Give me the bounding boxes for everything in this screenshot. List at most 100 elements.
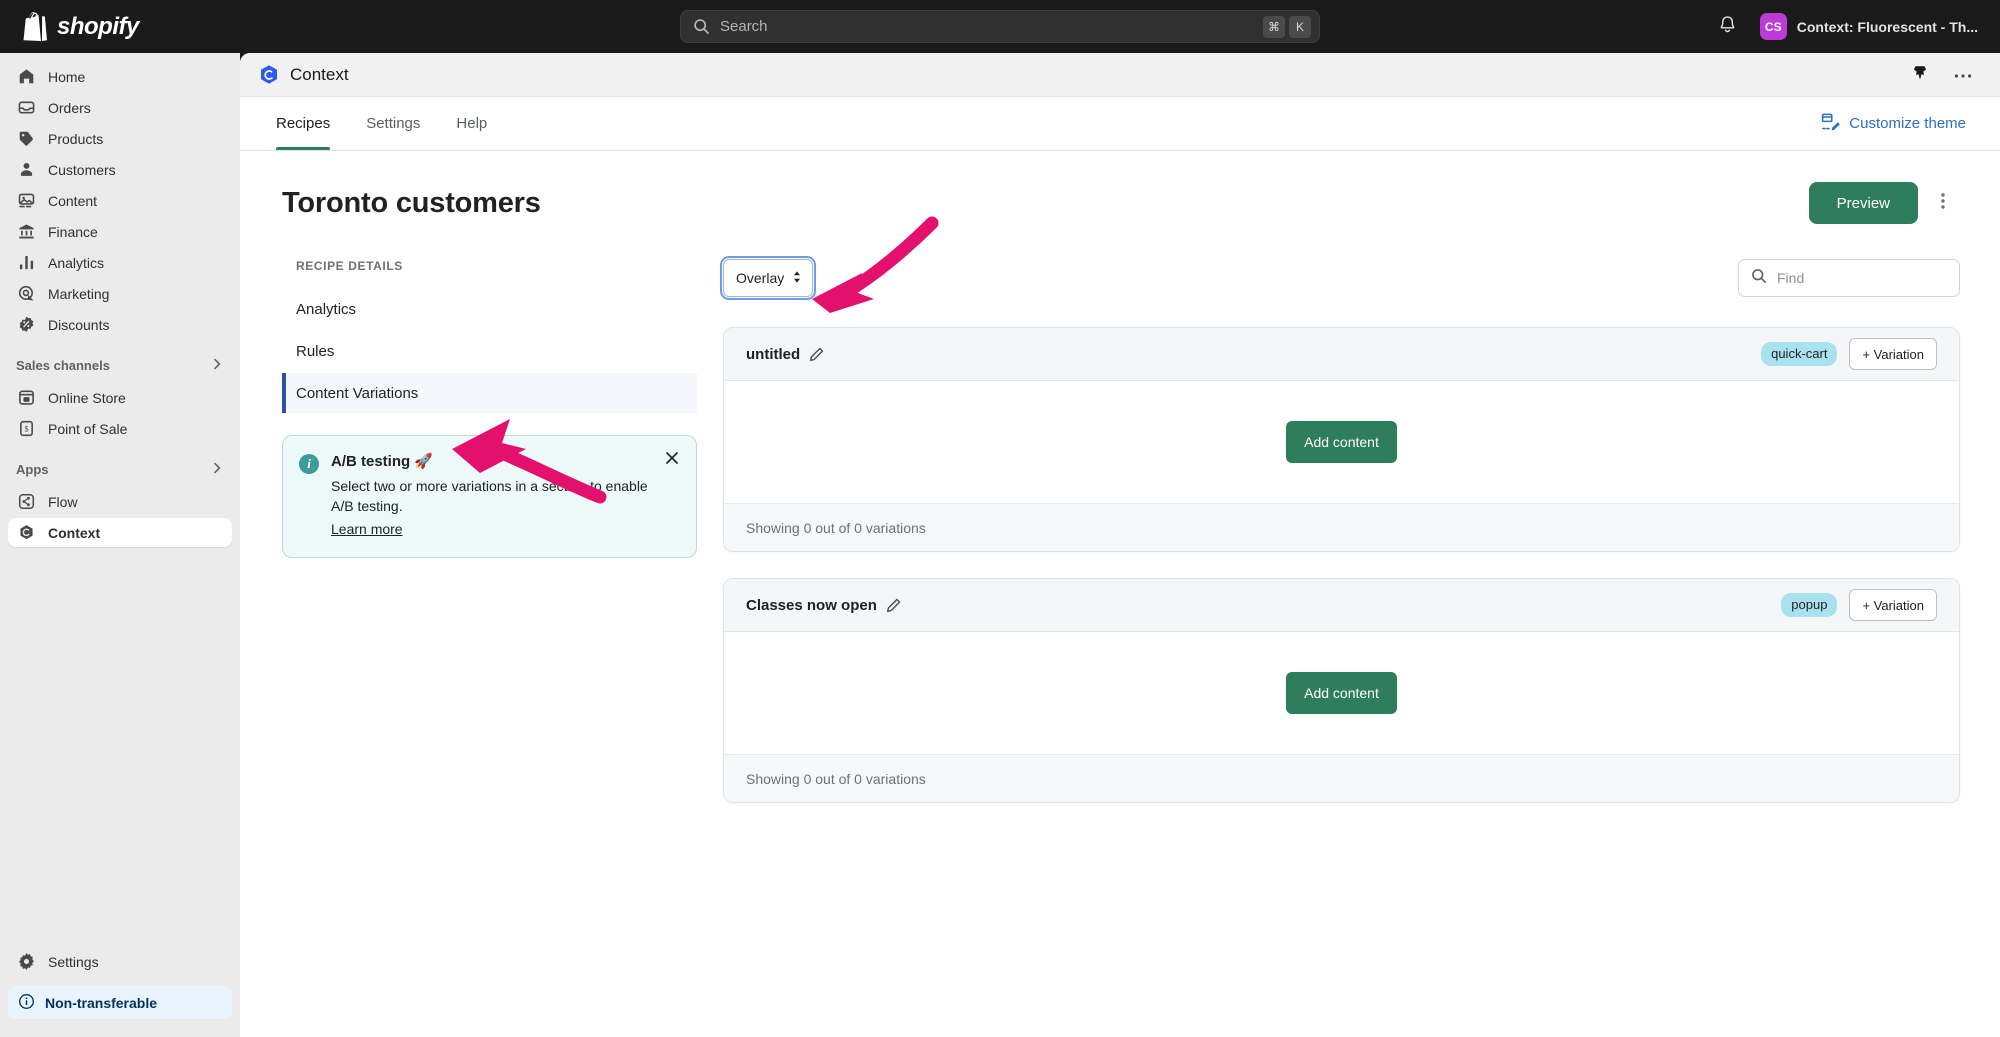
add-content-button[interactable]: Add content bbox=[1286, 672, 1397, 714]
variation-section-header: Classes now open popup + Variation bbox=[724, 579, 1959, 632]
variation-section-header-actions: popup + Variation bbox=[1781, 589, 1937, 621]
page-header: Toronto customers Preview bbox=[282, 175, 1960, 231]
sidebar-item-products[interactable]: Products bbox=[8, 124, 232, 153]
app-header-actions bbox=[1906, 62, 1982, 88]
sidebar-item-context[interactable]: Context bbox=[8, 518, 232, 547]
main-sidebar: Home Orders Products Customers Content F… bbox=[0, 53, 240, 1037]
pencil-icon[interactable] bbox=[809, 347, 824, 362]
app-more-menu-button[interactable] bbox=[1950, 62, 1976, 88]
shopify-bag-icon bbox=[22, 12, 48, 41]
sidebar-item-flow[interactable]: Flow bbox=[8, 487, 232, 516]
sidebar-item-customers-label: Customers bbox=[48, 162, 116, 178]
sidebar-item-finance-label: Finance bbox=[48, 224, 98, 240]
variation-section-header: untitled quick-cart + Variation bbox=[724, 328, 1959, 381]
add-variation-button[interactable]: + Variation bbox=[1849, 338, 1937, 370]
chevron-right-icon[interactable] bbox=[210, 461, 224, 478]
ab-testing-banner-text: Select two or more variations in a secti… bbox=[331, 476, 660, 517]
ab-testing-learn-more-link[interactable]: Learn more bbox=[331, 521, 403, 537]
content-type-select-value: Overlay bbox=[736, 270, 784, 286]
global-search-bar[interactable]: Search ⌘ K bbox=[680, 10, 1320, 43]
global-search-input[interactable]: Search bbox=[720, 18, 1259, 35]
content-type-select[interactable]: Overlay bbox=[723, 259, 813, 297]
info-circle-icon bbox=[18, 993, 35, 1013]
flow-icon bbox=[16, 492, 36, 512]
app-title: Context bbox=[290, 65, 349, 85]
ab-testing-banner-body: A/B testing 🚀 Select two or more variati… bbox=[331, 452, 680, 539]
tab-recipes-label: Recipes bbox=[276, 115, 330, 132]
add-content-button[interactable]: Add content bbox=[1286, 421, 1397, 463]
sidebar-item-content[interactable]: Content bbox=[8, 186, 232, 215]
sidebar-item-marketing[interactable]: Marketing bbox=[8, 279, 232, 308]
pencil-icon[interactable] bbox=[886, 598, 901, 613]
top-bar-right-cluster: CS Context: Fluorescent - Th... bbox=[1712, 0, 1986, 53]
variation-section-footer: Showing 0 out of 0 variations bbox=[724, 754, 1959, 802]
sidebar-item-finance[interactable]: Finance bbox=[8, 217, 232, 246]
search-icon bbox=[1751, 268, 1767, 289]
page-more-menu-button[interactable] bbox=[1926, 185, 1960, 221]
variation-count-label: Showing 0 out of 0 variations bbox=[746, 771, 926, 787]
finance-bank-icon bbox=[16, 222, 36, 242]
recipe-detail-rules[interactable]: Rules bbox=[282, 331, 697, 371]
sidebar-item-products-label: Products bbox=[48, 131, 103, 147]
find-input[interactable]: Find bbox=[1777, 270, 1804, 286]
embedded-app-frame: Context Recipes Settings Help bbox=[240, 53, 2000, 1037]
recipe-detail-content-variations-label: Content Variations bbox=[296, 385, 418, 402]
ab-testing-banner-close-button[interactable] bbox=[662, 450, 682, 470]
shortcut-command-key: ⌘ bbox=[1263, 16, 1285, 38]
sidebar-section-apps[interactable]: Apps bbox=[8, 454, 232, 484]
tab-help[interactable]: Help bbox=[438, 97, 505, 150]
recipe-detail-content-variations[interactable]: Content Variations bbox=[282, 373, 697, 413]
sidebar-item-orders[interactable]: Orders bbox=[8, 93, 232, 122]
discounts-badge-icon bbox=[16, 315, 36, 335]
variation-section-footer: Showing 0 out of 0 variations bbox=[724, 503, 1959, 551]
sidebar-item-orders-label: Orders bbox=[48, 100, 91, 116]
sidebar-item-context-label: Context bbox=[48, 525, 100, 541]
shopify-logo[interactable]: shopify bbox=[22, 12, 222, 41]
sidebar-item-settings[interactable]: Settings bbox=[8, 947, 232, 976]
orders-inbox-icon bbox=[16, 98, 36, 118]
sidebar-item-discounts[interactable]: Discounts bbox=[8, 310, 232, 339]
recipe-detail-rules-label: Rules bbox=[296, 343, 334, 360]
context-hexagon-logo bbox=[258, 64, 280, 86]
variation-section-title: Classes now open bbox=[746, 597, 877, 614]
page-columns: RECIPE DETAILS Analytics Rules Content V… bbox=[282, 259, 1960, 829]
store-account-button[interactable]: CS Context: Fluorescent - Th... bbox=[1756, 9, 1986, 44]
sidebar-item-point-of-sale[interactable]: $ Point of Sale bbox=[8, 414, 232, 443]
tab-recipes[interactable]: Recipes bbox=[258, 97, 348, 150]
sidebar-item-analytics[interactable]: Analytics bbox=[8, 248, 232, 277]
theme-edit-icon bbox=[1821, 112, 1841, 136]
customize-theme-link[interactable]: Customize theme bbox=[1821, 97, 1982, 150]
tab-settings[interactable]: Settings bbox=[348, 97, 438, 150]
notifications-button[interactable] bbox=[1712, 11, 1744, 43]
preview-button[interactable]: Preview bbox=[1809, 182, 1918, 224]
status-badge-label: Non-transferable bbox=[45, 995, 157, 1011]
sidebar-item-home[interactable]: Home bbox=[8, 62, 232, 91]
sidebar-item-marketing-label: Marketing bbox=[48, 286, 109, 302]
sidebar-item-online-store[interactable]: Online Store bbox=[8, 383, 232, 412]
sidebar-item-analytics-label: Analytics bbox=[48, 255, 104, 271]
close-icon bbox=[665, 451, 679, 470]
tab-settings-label: Settings bbox=[366, 115, 420, 132]
add-variation-button[interactable]: + Variation bbox=[1849, 589, 1937, 621]
sidebar-item-online-store-label: Online Store bbox=[48, 390, 126, 406]
sidebar-item-customers[interactable]: Customers bbox=[8, 155, 232, 184]
content-image-icon bbox=[16, 191, 36, 211]
shortcut-k-key: K bbox=[1289, 16, 1311, 38]
pin-app-button[interactable] bbox=[1906, 62, 1932, 88]
sidebar-item-settings-label: Settings bbox=[48, 954, 99, 970]
variation-section-card: Classes now open popup + Variation Add c… bbox=[723, 578, 1960, 803]
home-icon bbox=[16, 67, 36, 87]
app-tab-bar: Recipes Settings Help Customize theme bbox=[240, 97, 2000, 151]
recipe-detail-analytics[interactable]: Analytics bbox=[282, 289, 697, 329]
recipe-details-panel: RECIPE DETAILS Analytics Rules Content V… bbox=[282, 259, 697, 558]
variations-toolbar: Overlay Find bbox=[723, 259, 1960, 297]
status-badge[interactable]: Non-transferable bbox=[8, 986, 232, 1019]
sidebar-section-sales-channels[interactable]: Sales channels bbox=[8, 350, 232, 380]
sidebar-bottom-group: Settings Non-transferable bbox=[0, 946, 240, 1037]
chevron-right-icon[interactable] bbox=[210, 357, 224, 374]
variation-section-body: Add content bbox=[724, 381, 1959, 503]
app-header: Context bbox=[240, 53, 2000, 97]
variation-section-body: Add content bbox=[724, 632, 1959, 754]
content-variations-panel: Overlay Find untitled bbox=[723, 259, 1960, 829]
find-input-wrapper[interactable]: Find bbox=[1738, 259, 1960, 297]
